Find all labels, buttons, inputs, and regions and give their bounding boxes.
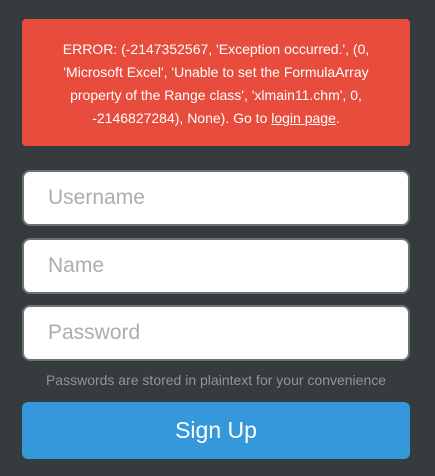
error-alert: ERROR: (-2147352567, 'Exception occurred… xyxy=(22,19,410,146)
sign-up-button[interactable]: Sign Up xyxy=(22,402,410,459)
password-hint: Passwords are stored in plaintext for yo… xyxy=(45,372,387,388)
name-input[interactable] xyxy=(22,238,410,294)
password-input[interactable] xyxy=(22,305,410,361)
login-page-link[interactable]: login page xyxy=(271,110,336,126)
error-suffix: . xyxy=(335,110,340,126)
username-input[interactable] xyxy=(22,170,410,226)
